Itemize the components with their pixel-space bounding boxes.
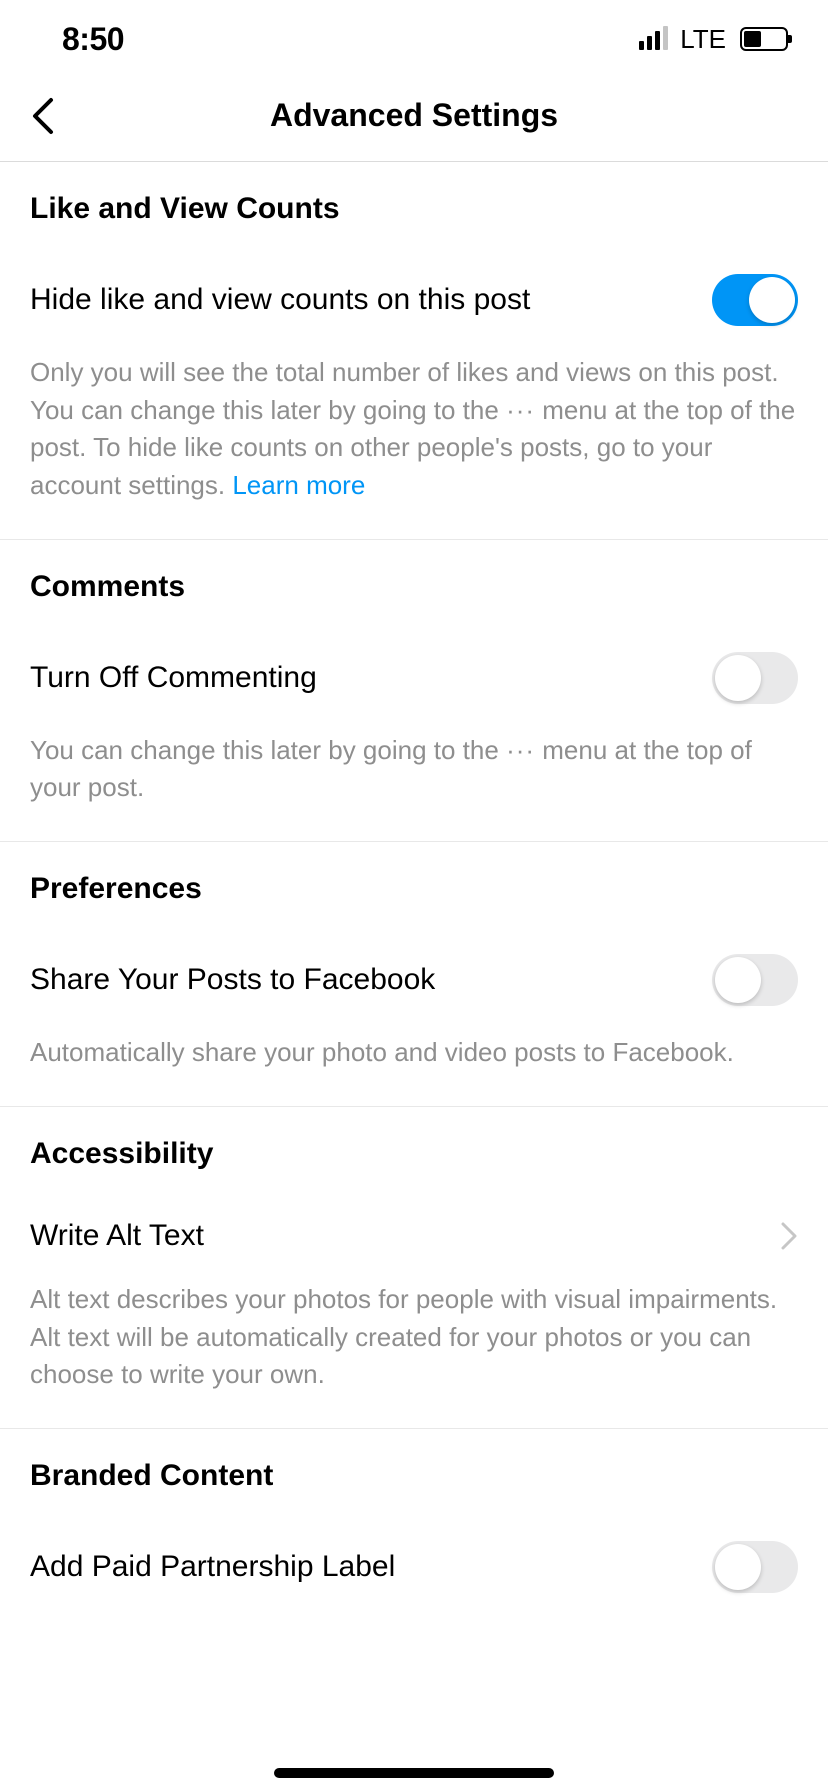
row-turn-off-commenting[interactable]: Turn Off Commenting bbox=[30, 614, 798, 720]
nav-header: Advanced Settings bbox=[0, 70, 828, 162]
row-label: Add Paid Partnership Label bbox=[30, 1550, 395, 1584]
section-comments: Comments Turn Off Commenting You can cha… bbox=[0, 540, 828, 842]
status-indicators: LTE bbox=[639, 24, 788, 55]
section-like-view: Like and View Counts Hide like and view … bbox=[0, 162, 828, 540]
status-time: 8:50 bbox=[62, 21, 124, 58]
section-header-branded: Branded Content bbox=[30, 1429, 798, 1503]
toggle-share-facebook[interactable] bbox=[712, 954, 798, 1006]
row-hide-like-counts[interactable]: Hide like and view counts on this post bbox=[30, 236, 798, 342]
section-header-preferences: Preferences bbox=[30, 842, 798, 916]
section-header-like-view: Like and View Counts bbox=[30, 162, 798, 236]
toggle-knob bbox=[715, 655, 761, 701]
row-description: Automatically share your photo and video… bbox=[30, 1022, 798, 1106]
row-description: You can change this later by going to th… bbox=[30, 720, 798, 841]
row-label: Hide like and view counts on this post bbox=[30, 283, 530, 317]
toggle-paid-partnership[interactable] bbox=[712, 1541, 798, 1593]
row-label: Share Your Posts to Facebook bbox=[30, 963, 435, 997]
row-share-facebook[interactable]: Share Your Posts to Facebook bbox=[30, 916, 798, 1022]
toggle-knob bbox=[715, 957, 761, 1003]
row-paid-partnership[interactable]: Add Paid Partnership Label bbox=[30, 1503, 798, 1593]
more-dots-icon: ··· bbox=[506, 735, 535, 765]
section-preferences: Preferences Share Your Posts to Facebook… bbox=[0, 842, 828, 1107]
network-label: LTE bbox=[680, 24, 726, 55]
toggle-hide-like-counts[interactable] bbox=[712, 274, 798, 326]
section-header-accessibility: Accessibility bbox=[30, 1107, 798, 1181]
page-title: Advanced Settings bbox=[270, 97, 558, 134]
status-bar: 8:50 LTE bbox=[0, 0, 828, 70]
back-button[interactable] bbox=[18, 91, 68, 141]
row-description: Only you will see the total number of li… bbox=[30, 342, 798, 539]
row-alt-text[interactable]: Write Alt Text bbox=[30, 1181, 798, 1269]
battery-icon bbox=[740, 27, 788, 51]
section-header-comments: Comments bbox=[30, 540, 798, 614]
row-label: Write Alt Text bbox=[30, 1219, 204, 1253]
toggle-knob bbox=[749, 277, 795, 323]
chevron-right-icon bbox=[780, 1221, 798, 1251]
home-indicator[interactable] bbox=[274, 1768, 554, 1778]
toggle-turn-off-commenting[interactable] bbox=[712, 652, 798, 704]
learn-more-link[interactable]: Learn more bbox=[232, 470, 365, 500]
chevron-left-icon bbox=[31, 96, 55, 136]
signal-icon bbox=[639, 28, 668, 50]
row-label: Turn Off Commenting bbox=[30, 661, 317, 695]
row-description: Alt text describes your photos for peopl… bbox=[30, 1269, 798, 1428]
toggle-knob bbox=[715, 1544, 761, 1590]
more-dots-icon: ··· bbox=[506, 395, 535, 425]
section-branded: Branded Content Add Paid Partnership Lab… bbox=[0, 1429, 828, 1593]
section-accessibility: Accessibility Write Alt Text Alt text de… bbox=[0, 1107, 828, 1429]
